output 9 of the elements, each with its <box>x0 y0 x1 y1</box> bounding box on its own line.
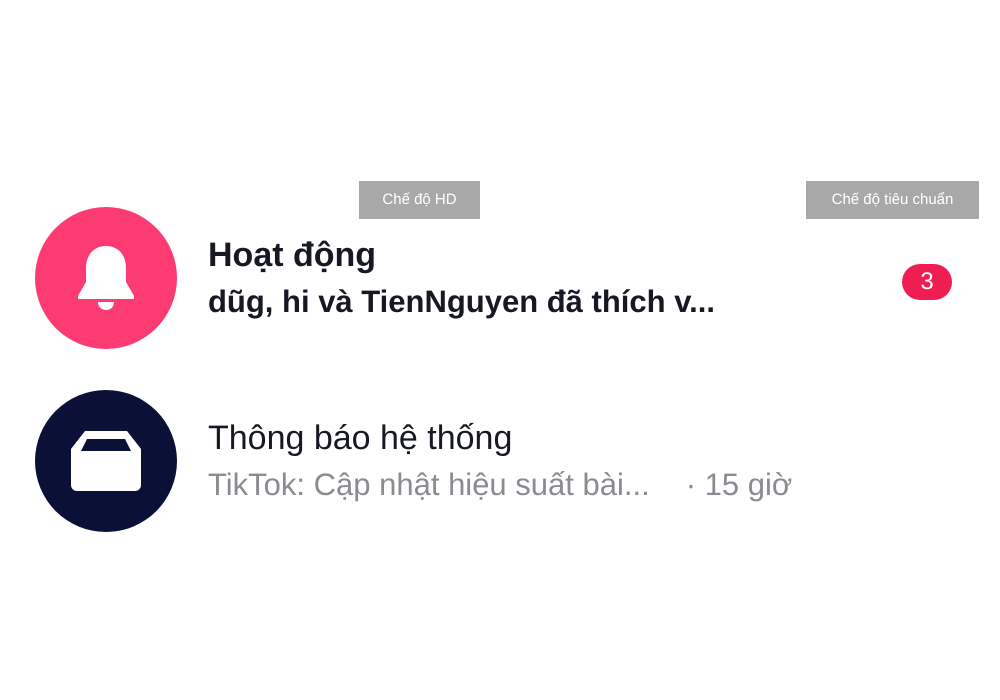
mode-label: Chế độ HD <box>359 181 480 219</box>
message-preview: TikTok: Cập nhật hiệu suất bài... <box>208 466 650 504</box>
message-preview: dũg, hi và TienNguyen đã thích v... <box>208 283 715 321</box>
row-title: Hoạt động <box>208 235 378 276</box>
mode-label: Chế độ tiêu chuẩn <box>806 181 979 219</box>
row-title: Thông báo hệ thống <box>208 418 514 459</box>
unread-count: 3 <box>902 264 952 300</box>
timestamp: · 15 giờ <box>686 466 792 504</box>
inbox-icon <box>71 431 141 491</box>
